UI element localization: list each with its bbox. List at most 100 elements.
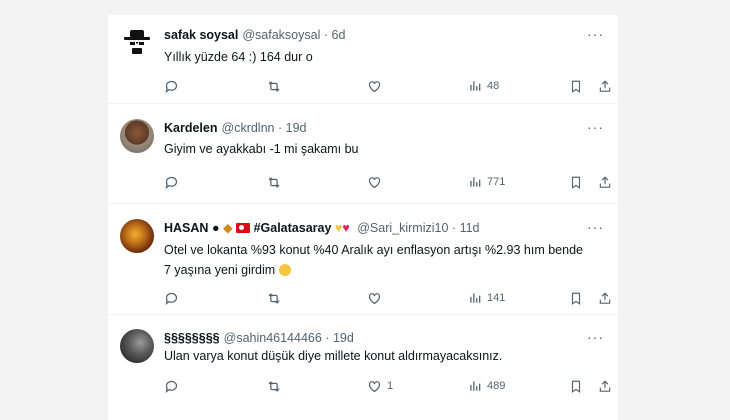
separator: · (325, 331, 330, 345)
tweet-text: Ulan varya konut düşük diye millete konu… (164, 349, 503, 363)
heart-icon (368, 80, 381, 92)
reply-icon (165, 292, 178, 305)
bookmark-icon (571, 380, 581, 393)
heart-icon (368, 176, 381, 188)
reply-button[interactable] (164, 378, 184, 394)
separator: · (277, 121, 283, 135)
separator: · (323, 28, 329, 42)
like-button[interactable] (367, 174, 387, 190)
views-chart-icon (470, 381, 481, 391)
share-button[interactable] (598, 378, 612, 394)
retweet-icon (268, 380, 280, 392)
tweet-text: Giyim ve ayakkabı -1 mi şakamı bu (164, 142, 359, 156)
lion-emoji-icon: ◆ (222, 221, 233, 235)
separator: · (451, 221, 457, 235)
more-options-icon[interactable]: ··· (587, 119, 604, 135)
share-icon (599, 175, 611, 188)
view-count: 141 (487, 292, 506, 304)
tweet[interactable]: safak soysal @safaksoysal · 6d ··· Yıllık… (108, 15, 618, 104)
reply-icon (165, 176, 178, 189)
view-count: 489 (487, 380, 506, 392)
display-name[interactable]: safak soysal (164, 28, 238, 42)
like-button[interactable] (367, 78, 387, 94)
share-icon (599, 79, 611, 92)
heart-icon (368, 292, 381, 304)
display-name[interactable]: §§§§§§§§ (164, 331, 220, 345)
apple-icon: ● (211, 221, 220, 235)
reply-button[interactable] (164, 290, 184, 306)
tweet-text-line-2: 7 yaşına yeni girdim (164, 263, 276, 277)
retweet-button[interactable] (266, 290, 287, 306)
like-button[interactable] (367, 290, 387, 306)
reply-button[interactable] (164, 78, 184, 94)
avatar[interactable] (120, 25, 154, 59)
turkey-flag-icon (236, 223, 251, 233)
timestamp[interactable]: 6d (332, 28, 346, 42)
share-button[interactable] (598, 290, 612, 306)
views-chart-icon (470, 293, 481, 303)
bookmark-button[interactable] (569, 290, 583, 306)
thinking-emoji-icon (278, 264, 291, 276)
views-button[interactable]: 141 (468, 290, 505, 306)
bookmark-button[interactable] (569, 378, 583, 394)
timestamp[interactable]: 19d (286, 121, 307, 135)
views-chart-icon (470, 81, 481, 91)
reply-icon (165, 380, 178, 393)
retweet-icon (268, 292, 280, 304)
more-options-icon[interactable]: ··· (587, 219, 604, 235)
bookmark-icon (571, 292, 581, 305)
tweet-actions: 141 (164, 290, 611, 306)
like-button[interactable]: 1 (367, 378, 393, 394)
tweet[interactable]: §§§§§§§§ @sahin46144466 · 19d ··· Ulan va… (108, 314, 618, 420)
timestamp[interactable]: 11d (460, 221, 480, 235)
tweet-header: safak soysal @safaksoysal · 6d (164, 27, 345, 43)
retweet-button[interactable] (266, 78, 287, 94)
tweet-text-line: Otel ve lokanta %93 konut %40 Aralık ayı… (164, 243, 583, 257)
bookmark-button[interactable] (569, 78, 583, 94)
user-handle[interactable]: @Sari_kirmizi10 (357, 221, 448, 235)
bookmark-button[interactable] (569, 174, 583, 190)
views-chart-icon (470, 177, 481, 187)
like-count: 1 (387, 380, 394, 392)
user-handle[interactable]: @safaksoysal (242, 28, 320, 42)
heisenberg-avatar-icon (124, 30, 150, 54)
display-name[interactable]: Kardelen (164, 121, 218, 135)
share-icon (599, 379, 611, 392)
retweet-icon (268, 176, 280, 188)
user-handle[interactable]: @sahin46144466 (224, 331, 322, 345)
reply-icon (165, 80, 178, 93)
tweet-actions: 48 (164, 78, 611, 94)
more-options-icon[interactable]: ··· (587, 329, 604, 345)
tweet-actions: 1 489 (164, 378, 611, 394)
view-count: 771 (487, 176, 506, 188)
view-count: 48 (487, 80, 500, 92)
display-name[interactable]: HASAN (164, 221, 208, 235)
retweet-button[interactable] (266, 174, 287, 190)
avatar[interactable] (120, 119, 154, 153)
reply-button[interactable] (164, 174, 184, 190)
views-button[interactable]: 771 (468, 174, 505, 190)
share-button[interactable] (598, 174, 612, 190)
more-options-icon[interactable]: ··· (587, 26, 604, 42)
views-button[interactable]: 489 (468, 378, 505, 394)
tweet-text: Yıllık yüzde 64 :) 164 dur o (164, 50, 313, 64)
bookmark-icon (571, 176, 581, 189)
tweet[interactable]: Kardelen @ckrdlnn · 19d ··· Giyim ve ayak… (108, 103, 618, 204)
user-handle[interactable]: @ckrdlnn (222, 121, 275, 135)
bookmark-icon (571, 80, 581, 93)
heart-icon (368, 380, 381, 392)
views-button[interactable]: 48 (468, 78, 499, 94)
share-button[interactable] (598, 78, 612, 94)
avatar[interactable] (120, 219, 154, 253)
avatar[interactable] (120, 329, 154, 363)
tweet-header: HASAN ● ◆ #Galatasaray ♥♥ @Sari_kirmizi1… (164, 220, 480, 236)
tweet-header: Kardelen @ckrdlnn · 19d (164, 120, 307, 136)
tweet-feed: safak soysal @safaksoysal · 6d ··· Yıllık… (108, 15, 618, 420)
tweet-header: §§§§§§§§ @sahin46144466 · 19d (164, 330, 354, 346)
tweet-actions: 771 (164, 174, 611, 190)
red-heart-icon: ♥ (342, 221, 350, 235)
retweet-button[interactable] (266, 378, 287, 394)
timestamp[interactable]: 19d (333, 331, 354, 345)
tweet-text: Otel ve lokanta %93 konut %40 Aralık ayı… (164, 240, 604, 280)
tweet[interactable]: HASAN ● ◆ #Galatasaray ♥♥ @Sari_kirmizi1… (108, 203, 618, 315)
